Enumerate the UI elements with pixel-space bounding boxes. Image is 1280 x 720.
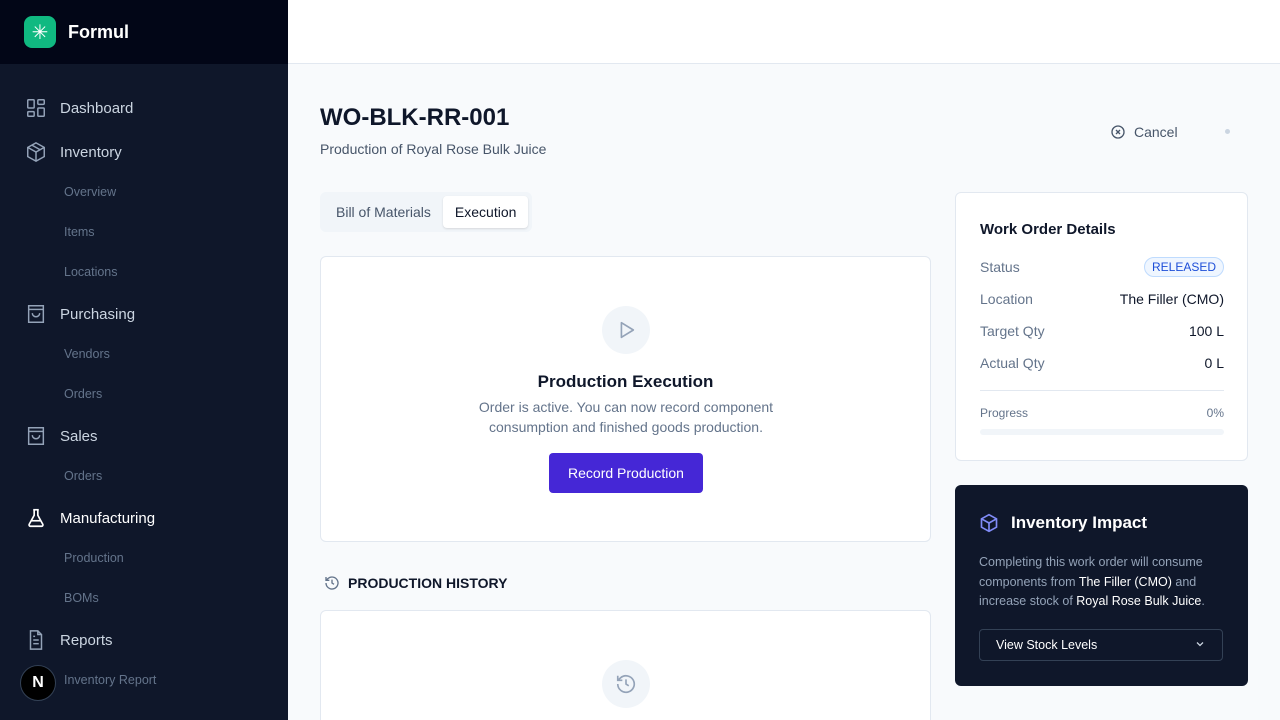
sidebar-item-purchasing[interactable]: Purchasing [0,294,288,334]
detail-label: Actual Qty [980,355,1045,371]
sidebar-item-label: Purchasing [60,305,136,323]
progress-row: Progress 0% [980,406,1224,420]
detail-row-actual-qty: Actual Qty 0 L [980,353,1224,373]
sidebar-subitem-vendors[interactable]: Vendors [0,334,288,374]
detail-label: Target Qty [980,323,1045,339]
sidebar-item-label: Reports [60,631,113,649]
divider [980,390,1224,391]
cancel-button[interactable]: Cancel [1110,118,1178,146]
history-icon [602,660,650,708]
avatar[interactable]: N [20,665,56,701]
page-subtitle: Production of Royal Rose Bulk Juice [320,141,547,157]
sidebar-item-manufacturing[interactable]: Manufacturing [0,498,288,538]
close-circle-icon [1110,124,1126,140]
view-stock-levels-select[interactable]: View Stock Levels [979,629,1223,661]
sidebar-item-label: Dashboard [60,99,134,117]
sidebar-item-label: Manufacturing [60,509,156,527]
bag-icon [24,424,48,448]
top-bar [288,0,1280,64]
sidebar-item-inventory[interactable]: Inventory [0,132,288,172]
sidebar-subitem-boms[interactable]: BOMs [0,578,288,618]
sidebar-subitem-sales-orders[interactable]: Orders [0,456,288,496]
page-title: WO-BLK-RR-001 [320,104,510,131]
brand-header[interactable]: ✳ Formul [0,0,288,64]
impact-heading: Inventory Impact [979,513,1147,533]
loading-dot-icon [1225,129,1230,134]
detail-value: 100 L [1188,323,1224,339]
detail-label: Status [980,259,1020,275]
sidebar-subitem-purchase-orders[interactable]: Orders [0,374,288,414]
details-title: Work Order Details [980,221,1116,238]
progress-bar [980,429,1224,435]
select-label: View Stock Levels [996,638,1098,652]
production-execution-card: Production Execution Order is active. Yo… [320,256,931,542]
history-icon [324,575,340,591]
document-icon [24,628,48,652]
sidebar-item-label: Inventory [60,143,122,161]
impact-title: Inventory Impact [1011,513,1148,532]
detail-row-target-qty: Target Qty 100 L [980,321,1224,341]
dashboard-icon [24,96,48,120]
brand-name: Formul [68,21,129,42]
sidebar-subitem-items[interactable]: Items [0,212,288,252]
execution-title: Production Execution [537,372,714,391]
cube-icon [979,513,999,533]
sidebar: ✳ Formul Dashboard Inventory Overview It… [0,0,288,720]
sidebar-item-sales[interactable]: Sales [0,416,288,456]
status-badge: RELEASED [1143,257,1224,277]
impact-text: . [1201,594,1205,608]
progress-percent: 0% [1206,406,1224,420]
record-production-button[interactable]: Record Production [549,453,703,493]
bag-icon [24,302,48,326]
flask-icon [24,506,48,530]
work-order-details-card: Work Order Details Status RELEASED Locat… [955,192,1248,461]
production-history-heading: PRODUCTION HISTORY [324,575,507,591]
box-icon [24,140,48,164]
detail-value: The Filler (CMO) [1119,291,1224,307]
sidebar-subitem-locations[interactable]: Locations [0,252,288,292]
impact-location: The Filler (CMO) [1078,574,1172,589]
tab-list: Bill of Materials Execution [320,192,533,232]
execution-description: Order is active. You can now record comp… [478,399,774,435]
tab-execution[interactable]: Execution [442,196,529,228]
sidebar-nav: Dashboard Inventory Overview Items Locat… [0,88,288,700]
sidebar-subitem-overview[interactable]: Overview [0,172,288,212]
detail-value: 0 L [1204,355,1224,371]
chevron-down-icon [1194,638,1206,653]
play-icon [602,306,650,354]
cancel-label: Cancel [1134,124,1178,140]
detail-row-location: Location The Filler (CMO) [980,289,1224,309]
impact-description: Completing this work order will consume … [979,553,1229,612]
sidebar-item-reports[interactable]: Reports [0,620,288,660]
impact-product: Royal Rose Bulk Juice [1076,594,1202,608]
inventory-impact-card: Inventory Impact Completing this work or… [955,485,1248,686]
tab-bill-of-materials[interactable]: Bill of Materials [324,196,443,228]
history-title: PRODUCTION HISTORY [348,575,508,591]
production-history-card [320,610,931,720]
progress-label: Progress [980,406,1029,420]
detail-row-status: Status RELEASED [980,257,1224,277]
asterisk-logo-icon: ✳ [24,16,56,48]
sidebar-item-label: Sales [60,427,98,445]
detail-label: Location [980,291,1033,307]
sidebar-subitem-production[interactable]: Production [0,538,288,578]
sidebar-item-dashboard[interactable]: Dashboard [0,88,288,128]
